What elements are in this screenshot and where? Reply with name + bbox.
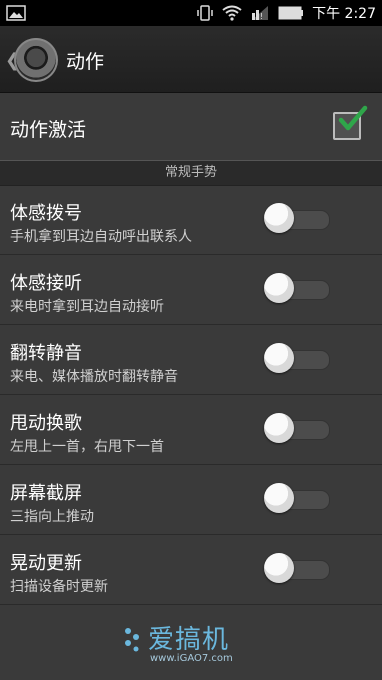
status-time: 下午 2:27 <box>312 6 376 22</box>
item-subtitle: 扫描设备时更新 <box>10 579 108 595</box>
toggle-switch[interactable] <box>264 483 330 513</box>
section-header: 常规手势 <box>0 160 382 186</box>
motion-activate-row[interactable]: 动作激活 <box>0 92 382 161</box>
wifi-icon <box>222 5 242 21</box>
item-subtitle: 手机拿到耳边自动呼出联系人 <box>10 229 192 245</box>
list-item[interactable]: 体感拨号 手机拿到耳边自动呼出联系人 <box>0 185 382 255</box>
toggle-switch[interactable] <box>264 203 330 233</box>
signal-icon: ! <box>252 6 269 21</box>
toggle-knob <box>264 343 294 373</box>
battery-icon <box>278 6 304 20</box>
action-bar: ❮ 动作 <box>0 26 382 93</box>
item-title: 屏幕截屏 <box>10 483 82 504</box>
list-item[interactable]: 屏幕截屏 三指向上推动 <box>0 465 382 535</box>
list-item[interactable]: 甩动换歌 左甩上一首，右甩下一首 <box>0 395 382 465</box>
list-item[interactable]: 翻转静音 来电、媒体播放时翻转静音 <box>0 325 382 395</box>
toggle-switch[interactable] <box>264 413 330 443</box>
motion-activate-checkbox[interactable] <box>333 105 368 140</box>
item-subtitle: 左甩上一首，右甩下一首 <box>10 439 164 455</box>
item-subtitle: 来电、媒体播放时翻转静音 <box>10 369 178 385</box>
status-bar: ! 下午 2:27 <box>0 0 382 26</box>
item-subtitle: 三指向上推动 <box>10 509 94 525</box>
item-title: 晃动更新 <box>10 553 82 574</box>
watermark-text: 爱搞机 <box>148 625 230 655</box>
settings-gear-icon[interactable] <box>14 38 58 82</box>
toggle-knob <box>264 553 294 583</box>
toggle-switch[interactable] <box>264 273 330 303</box>
item-title: 体感接听 <box>10 273 82 294</box>
checkmark-icon <box>338 105 368 131</box>
svg-text:!: ! <box>260 12 263 21</box>
item-title: 翻转静音 <box>10 343 82 364</box>
toggle-knob <box>264 203 294 233</box>
item-subtitle: 来电时拿到耳边自动接听 <box>10 299 164 315</box>
toggle-switch[interactable] <box>264 343 330 373</box>
vibrate-icon <box>197 5 213 21</box>
item-title: 甩动换歌 <box>10 413 82 434</box>
page-title: 动作 <box>66 51 105 73</box>
motion-activate-label: 动作激活 <box>10 119 87 141</box>
watermark-logo-icon <box>125 628 139 652</box>
watermark-url: www.iGAO7.com <box>150 653 233 664</box>
toggle-knob <box>264 413 294 443</box>
image-icon <box>6 5 26 21</box>
item-title: 体感拨号 <box>10 203 82 224</box>
toggle-knob <box>264 483 294 513</box>
watermark: 爱搞机 www.iGAO7.com <box>120 623 280 673</box>
list-item[interactable]: 晃动更新 扫描设备时更新 <box>0 535 382 605</box>
toggle-knob <box>264 273 294 303</box>
list-item[interactable]: 体感接听 来电时拿到耳边自动接听 <box>0 255 382 325</box>
toggle-switch[interactable] <box>264 553 330 583</box>
